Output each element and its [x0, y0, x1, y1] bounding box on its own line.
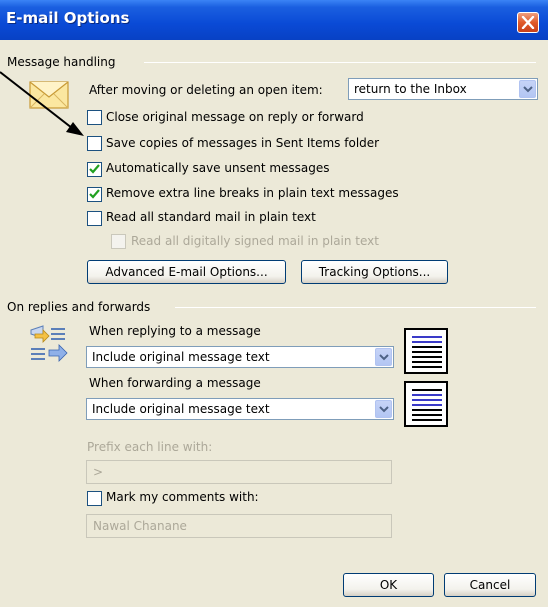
annotation-arrow [0, 71, 84, 136]
